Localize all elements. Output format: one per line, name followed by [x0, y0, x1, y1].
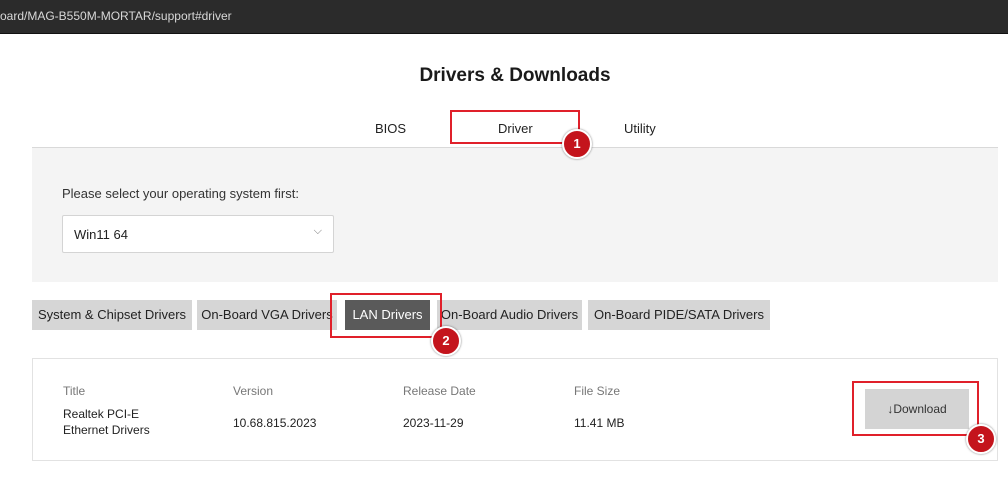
driver-release-date: 2023-11-29 — [403, 416, 464, 430]
browser-address-bar[interactable]: oard/MAG-B550M-MORTAR/support#driver — [0, 0, 1008, 34]
annotation-box-download — [852, 381, 979, 436]
tab-bios[interactable]: BIOS — [375, 121, 406, 136]
category-onboard-pide-sata[interactable]: On-Board PIDE/SATA Drivers — [588, 300, 770, 330]
driver-title-line1: Realtek PCI-E — [63, 407, 140, 421]
driver-title-line2: Ethernet Drivers — [63, 423, 150, 437]
chevron-down-icon: ⌵ — [313, 225, 322, 237]
driver-version: 10.68.815.2023 — [233, 416, 317, 430]
os-select-label: Please select your operating system firs… — [62, 186, 299, 201]
annotation-badge-2: 2 — [431, 326, 461, 356]
os-select-dropdown[interactable]: Win11 64 ⌵ — [62, 215, 334, 253]
annotation-badge-3: 3 — [966, 424, 996, 454]
header-title: Title — [63, 384, 86, 398]
page-title: Drivers & Downloads — [419, 65, 611, 86]
category-onboard-audio[interactable]: On-Board Audio Drivers — [437, 300, 582, 330]
header-release-date: Release Date — [403, 384, 476, 398]
annotation-box-driver-tab — [450, 110, 580, 144]
url-text: oard/MAG-B550M-MORTAR/support#driver — [0, 9, 232, 23]
header-file-size: File Size — [574, 384, 621, 398]
driver-file-size: 11.41 MB — [574, 416, 625, 430]
annotation-box-lan-drivers — [330, 293, 442, 338]
os-select-value: Win11 64 — [74, 227, 128, 242]
category-system-chipset[interactable]: System & Chipset Drivers — [32, 300, 192, 330]
annotation-badge-1: 1 — [562, 129, 592, 159]
header-version: Version — [233, 384, 274, 398]
os-selection-panel: Please select your operating system firs… — [32, 148, 998, 282]
category-onboard-vga[interactable]: On-Board VGA Drivers — [197, 300, 337, 330]
tab-utility[interactable]: Utility — [624, 121, 656, 136]
